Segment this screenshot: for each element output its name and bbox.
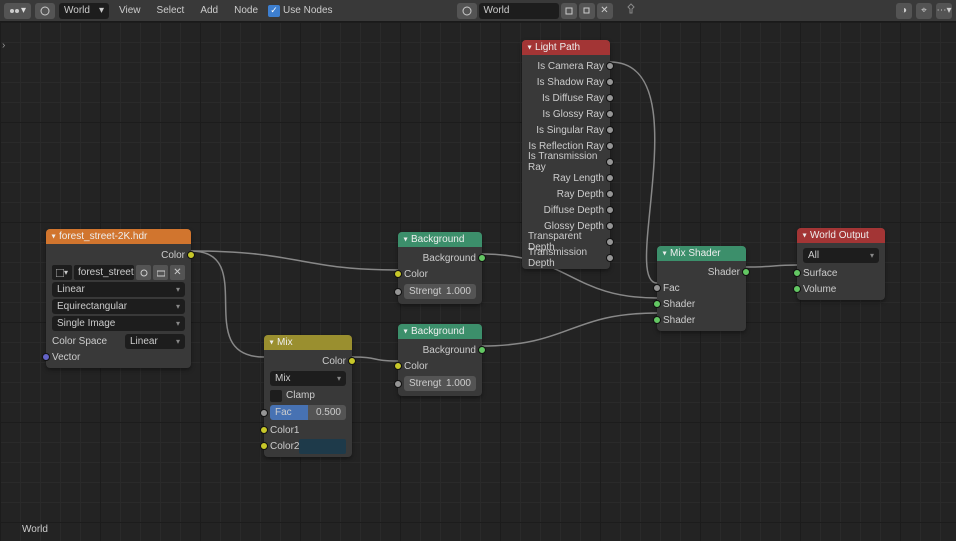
users-icon	[140, 269, 148, 277]
menu-select[interactable]: Select	[151, 5, 191, 16]
socket-background-out[interactable]	[478, 254, 486, 262]
overlay-button[interactable]: ◑	[896, 3, 912, 19]
world-browse-button[interactable]	[457, 3, 477, 19]
menu-add[interactable]: Add	[194, 5, 224, 16]
node-header[interactable]: forest_street-2K.hdr	[46, 229, 191, 244]
node-header[interactable]: Background	[398, 232, 482, 247]
socket-fac-in[interactable]	[653, 284, 661, 292]
node-environment-texture[interactable]: forest_street-2K.hdr Color ▾ forest_stre…	[46, 229, 191, 368]
socket-volume-in[interactable]	[793, 285, 801, 293]
globe-icon	[462, 6, 472, 16]
shield-icon	[565, 7, 573, 15]
socket-shader2-in[interactable]	[653, 316, 661, 324]
folder-icon	[157, 269, 165, 277]
fake-user-button[interactable]	[561, 3, 577, 19]
socket-out[interactable]	[606, 254, 614, 262]
socket-out[interactable]	[606, 222, 614, 230]
socket-vector-in[interactable]	[42, 353, 50, 361]
node-light-path[interactable]: Light Path Is Camera Ray Is Shadow Ray I…	[522, 40, 610, 269]
snap-button[interactable]: ⌖	[916, 3, 932, 19]
clamp-checkbox[interactable]	[270, 390, 282, 402]
socket-color2-in[interactable]	[260, 442, 268, 450]
socket-strength-in[interactable]	[394, 288, 402, 296]
node-header[interactable]: Light Path	[522, 40, 610, 55]
shader-type-dropdown[interactable]	[35, 3, 55, 19]
socket-out[interactable]	[606, 110, 614, 118]
socket-out[interactable]	[606, 142, 614, 150]
open-file-button[interactable]	[153, 265, 168, 280]
globe-icon	[40, 6, 50, 16]
image-mode-dropdown[interactable]: Single Image	[52, 316, 185, 331]
socket-color-in[interactable]	[394, 270, 402, 278]
node-mix-shader[interactable]: Mix Shader Shader Fac Shader Shader	[657, 246, 746, 331]
socket-out[interactable]	[606, 238, 614, 246]
socket-out[interactable]	[606, 174, 614, 182]
sidebar-toggle[interactable]: ›	[2, 40, 5, 51]
image-icon	[56, 269, 64, 277]
image-browse-button[interactable]: ▾	[52, 265, 72, 280]
socket-shader-out[interactable]	[742, 268, 750, 276]
node-editor-icon	[9, 6, 19, 16]
node-header[interactable]: Mix	[264, 335, 352, 350]
copy-icon	[583, 7, 591, 15]
socket-color-in[interactable]	[394, 362, 402, 370]
socket-out[interactable]	[606, 158, 614, 166]
strength-slider[interactable]: Strengt1.000	[404, 376, 476, 391]
node-header[interactable]: Mix Shader	[657, 246, 746, 261]
check-icon: ✓	[268, 5, 280, 17]
breadcrumb: World	[22, 524, 48, 535]
pin-button[interactable]	[625, 3, 637, 18]
interpolation-dropdown[interactable]: Linear	[52, 282, 185, 297]
target-dropdown[interactable]: All	[803, 248, 879, 263]
use-nodes-checkbox[interactable]: ✓ Use Nodes	[268, 5, 332, 17]
editor-type-dropdown[interactable]: ▾	[4, 3, 31, 19]
options-dropdown[interactable]: ⋯▾	[936, 3, 952, 19]
socket-out[interactable]	[606, 126, 614, 134]
node-background-2[interactable]: Background Background Color Strengt1.000	[398, 324, 482, 396]
unlink-image-button[interactable]: ✕	[170, 265, 185, 280]
socket-color1-in[interactable]	[260, 426, 268, 434]
blend-mode-dropdown[interactable]: Mix	[270, 371, 346, 386]
pin-icon	[625, 3, 637, 15]
node-mixrgb[interactable]: Mix Color Mix Clamp Fac0.500 Color1 Colo…	[264, 335, 352, 457]
socket-out[interactable]	[606, 190, 614, 198]
menu-view[interactable]: View	[113, 5, 147, 16]
socket-color-out[interactable]	[348, 357, 356, 365]
socket-background-out[interactable]	[478, 346, 486, 354]
users-button[interactable]	[136, 265, 151, 280]
strength-slider[interactable]: Strengt1.000	[404, 284, 476, 299]
menu-node[interactable]: Node	[228, 5, 264, 16]
socket-shader1-in[interactable]	[653, 300, 661, 308]
socket-fac-in[interactable]	[260, 409, 268, 417]
lightpath-outputs: Is Camera Ray Is Shadow Ray Is Diffuse R…	[522, 55, 610, 269]
new-world-button[interactable]	[579, 3, 595, 19]
world-dropdown[interactable]: World▾	[59, 3, 109, 19]
socket-surface-in[interactable]	[793, 269, 801, 277]
color2-swatch[interactable]	[299, 439, 346, 454]
node-world-output[interactable]: World Output All Surface Volume	[797, 228, 885, 300]
fac-slider[interactable]: Fac0.500	[270, 405, 346, 420]
socket-out[interactable]	[606, 206, 614, 214]
colorspace-dropdown[interactable]: Linear	[125, 334, 185, 349]
socket-strength-in[interactable]	[394, 380, 402, 388]
node-background-1[interactable]: Background Background Color Strengt1.000	[398, 232, 482, 304]
socket-out[interactable]	[606, 78, 614, 86]
image-name-field[interactable]: forest_street-...	[74, 265, 134, 280]
socket-out[interactable]	[606, 94, 614, 102]
world-name-field[interactable]: World	[479, 3, 559, 19]
node-header[interactable]: World Output	[797, 228, 885, 243]
node-header[interactable]: Background	[398, 324, 482, 339]
toolbar: ▾ World▾ View Select Add Node ✓ Use Node…	[0, 0, 956, 22]
unlink-button[interactable]: ✕	[597, 3, 613, 19]
node-graph[interactable]: › forest_street-2K.hdr Color ▾ forest_st…	[0, 22, 956, 541]
projection-dropdown[interactable]: Equirectangular	[52, 299, 185, 314]
socket-out[interactable]	[606, 62, 614, 70]
socket-color-out[interactable]	[187, 251, 195, 259]
